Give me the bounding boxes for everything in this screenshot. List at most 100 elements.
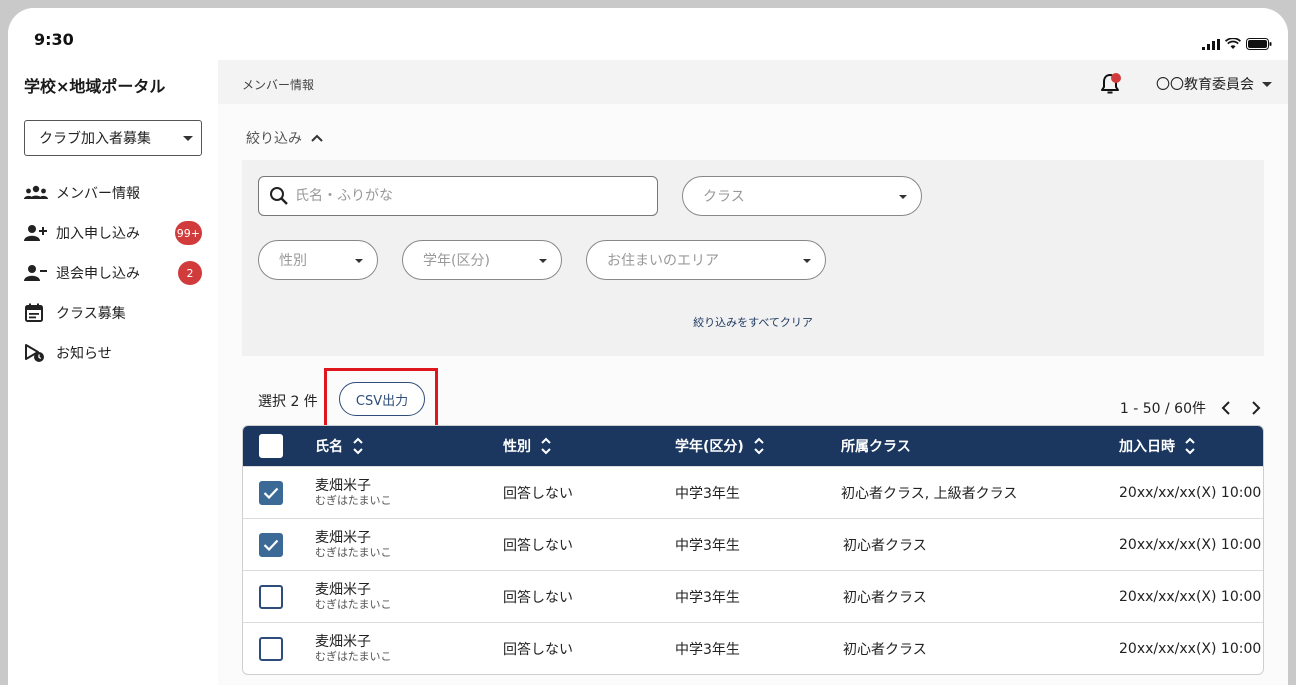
header-class-label: 所属クラス <box>841 439 911 455</box>
header-grade-label: 学年(区分) <box>675 439 744 455</box>
table-row[interactable]: 麦畑米子 むぎはたまいこ 回答しない 中学3年生 初心者クラス 20xx/xx/… <box>243 518 1263 570</box>
name-cell: 麦畑米子 むぎはたまいこ <box>315 467 391 519</box>
search-input[interactable] <box>295 188 635 204</box>
row-checkbox[interactable] <box>259 533 283 557</box>
member-name: 麦畑米子 <box>315 478 371 494</box>
clear-filters-link[interactable]: 絞り込みをすべてクリア <box>242 314 1264 330</box>
select-all-cell <box>259 426 283 466</box>
user-remove-icon <box>24 263 50 283</box>
selected-count: 選択 2 件 <box>258 394 318 410</box>
header-gender[interactable]: 性別 <box>503 426 551 466</box>
sidebar-item-notices[interactable]: お知らせ <box>8 333 218 373</box>
gender-filter[interactable]: 性別 <box>258 240 378 280</box>
chevron-down-icon <box>803 259 811 263</box>
grade-cell: 中学3年生 <box>675 486 740 502</box>
select-all-checkbox[interactable] <box>259 434 283 458</box>
sidebar-item-members[interactable]: メンバー情報 <box>8 173 218 213</box>
pagination: 1 - 50 / 60件 <box>1120 398 1266 418</box>
filter-toggle-label: 絞り込み <box>246 131 302 147</box>
class-filter-placeholder: クラス <box>703 189 745 205</box>
members-icon <box>24 183 50 203</box>
grade-filter-placeholder: 学年(区分) <box>423 253 490 269</box>
table-row[interactable]: 麦畑米子 むぎはたまいこ 回答しない 中学3年生 初心者クラス 20xx/xx/… <box>243 570 1263 622</box>
class-cell: 初心者クラス <box>843 590 927 606</box>
sort-icon <box>1185 437 1195 455</box>
club-select-value: クラブ加入者募集 <box>39 131 151 147</box>
notice-icon <box>24 343 50 363</box>
user-add-icon <box>24 223 50 243</box>
sort-icon <box>754 437 764 455</box>
row-checkbox[interactable] <box>259 585 283 609</box>
name-cell: 麦畑米子 むぎはたまいこ <box>315 623 392 674</box>
org-menu[interactable]: 〇〇教育委員会 <box>1156 74 1272 94</box>
chevron-up-icon <box>311 134 323 142</box>
header-joined[interactable]: 加入日時 <box>1119 426 1195 466</box>
status-time: 9:30 <box>34 30 74 49</box>
chevron-down-icon <box>1262 81 1272 87</box>
chevron-down-icon <box>183 136 193 141</box>
member-kana: むぎはたまいこ <box>315 650 392 663</box>
sidebar-item-label: クラス募集 <box>56 306 126 322</box>
joined-cell: 20xx/xx/xx(X) 10:00 <box>1119 589 1262 605</box>
gender-cell: 回答しない <box>503 486 573 502</box>
sidebar-item-leave-requests[interactable]: 退会申し込み 2 <box>8 253 218 293</box>
search-icon <box>270 187 288 205</box>
grade-cell: 中学3年生 <box>675 538 740 554</box>
area-filter-placeholder: お住まいのエリア <box>607 253 719 269</box>
check-icon <box>263 487 279 499</box>
chevron-down-icon <box>899 195 907 199</box>
join-count-badge: 99+ <box>174 221 202 245</box>
sidebar-nav: メンバー情報 加入申し込み 99+ 退会申し込み 2 クラス募集 お知らせ <box>8 173 218 373</box>
content: 絞り込み クラス 性別 <box>218 104 1288 685</box>
joined-cell: 20xx/xx/xx(X) 10:00 <box>1119 485 1262 501</box>
gender-cell: 回答しない <box>503 590 573 606</box>
csv-export-button[interactable]: CSV出力 <box>339 382 425 416</box>
chevron-down-icon <box>355 259 363 263</box>
chevron-left-icon <box>1221 401 1230 415</box>
row-checkbox[interactable] <box>259 637 283 661</box>
class-cell: 初心者クラス <box>843 538 927 554</box>
member-kana: むぎはたまいこ <box>315 494 392 507</box>
class-cell: 初心者クラス <box>843 642 927 658</box>
grade-cell: 中学3年生 <box>675 590 740 606</box>
leave-count-badge: 2 <box>178 261 202 285</box>
prev-page-button[interactable] <box>1216 398 1236 418</box>
sidebar-item-label: メンバー情報 <box>56 186 140 202</box>
status-bar: 9:30 <box>8 8 1288 60</box>
member-name: 麦畑米子 <box>315 530 371 546</box>
gender-cell: 回答しない <box>503 538 573 554</box>
sidebar-item-class-recruit[interactable]: クラス募集 <box>8 293 218 333</box>
member-kana: むぎはたまいこ <box>315 546 392 559</box>
sidebar-item-label: 退会申し込み <box>56 266 140 282</box>
club-select[interactable]: クラブ加入者募集 <box>24 120 202 156</box>
name-cell: 麦畑米子 むぎはたまいこ <box>315 519 391 571</box>
grade-cell: 中学3年生 <box>675 642 740 658</box>
table-row[interactable]: 麦畑米子 むぎはたまいこ 回答しない 中学3年生 初心者クラス 20xx/xx/… <box>243 622 1263 674</box>
name-cell: 麦畑米子 むぎはたまいこ <box>315 571 391 623</box>
header-joined-label: 加入日時 <box>1119 439 1175 455</box>
sidebar-item-join-requests[interactable]: 加入申し込み 99+ <box>8 213 218 253</box>
calendar-icon <box>24 303 50 323</box>
device-frame: 9:30 学校×地域ポータル クラブ加入者募集 メンバー情報 加入申し込み 99… <box>8 8 1288 685</box>
filter-panel: クラス 性別 学年(区分) お住まいのエリア 絞り込みをすべてクリア <box>242 160 1264 356</box>
row-checkbox[interactable] <box>259 481 283 505</box>
area-filter[interactable]: お住まいのエリア <box>586 240 826 280</box>
next-page-button[interactable] <box>1246 398 1266 418</box>
member-name: 麦畑米子 <box>315 634 371 650</box>
pagination-range: 1 - 50 / 60件 <box>1119 401 1206 417</box>
search-box[interactable] <box>258 176 658 216</box>
gender-filter-placeholder: 性別 <box>279 253 307 269</box>
class-filter[interactable]: クラス <box>682 176 922 216</box>
filter-toggle[interactable]: 絞り込み <box>246 128 324 148</box>
sidebar-item-label: お知らせ <box>56 346 112 362</box>
status-icons <box>1202 38 1272 50</box>
top-header: メンバー情報 〇〇教育委員会 <box>218 60 1288 104</box>
header-grade[interactable]: 学年(区分) <box>675 426 764 466</box>
header-name[interactable]: 氏名 <box>315 426 363 466</box>
header-class: 所属クラス <box>841 426 911 466</box>
chevron-down-icon <box>539 259 547 263</box>
member-kana: むぎはたまいこ <box>315 598 392 611</box>
grade-filter[interactable]: 学年(区分) <box>402 240 562 280</box>
gender-cell: 回答しない <box>503 642 573 658</box>
table-row[interactable]: 麦畑米子 むぎはたまいこ 回答しない 中学3年生 初心者クラス, 上級者クラス … <box>243 466 1263 518</box>
